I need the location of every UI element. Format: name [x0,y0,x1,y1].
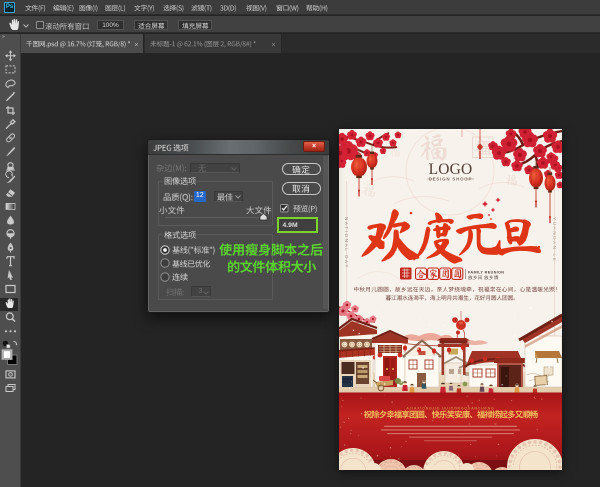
svg-text:DESIGN SHOOP: DESIGN SHOOP [429,177,473,182]
svg-text:LOGO: LOGO [429,161,473,178]
svg-text:YUANDAN LE: YUANDAN LE [552,217,557,262]
svg-text:NATIONAL DAY: NATIONAL DAY [344,217,349,269]
svg-text:FAMILY REUNION: FAMILY REUNION [468,271,504,275]
svg-text:AJIAXIONGJIE HUIDONGQUANCHENG: AJIAXIONGJIE HUIDONGQUANCHENG [406,407,494,411]
